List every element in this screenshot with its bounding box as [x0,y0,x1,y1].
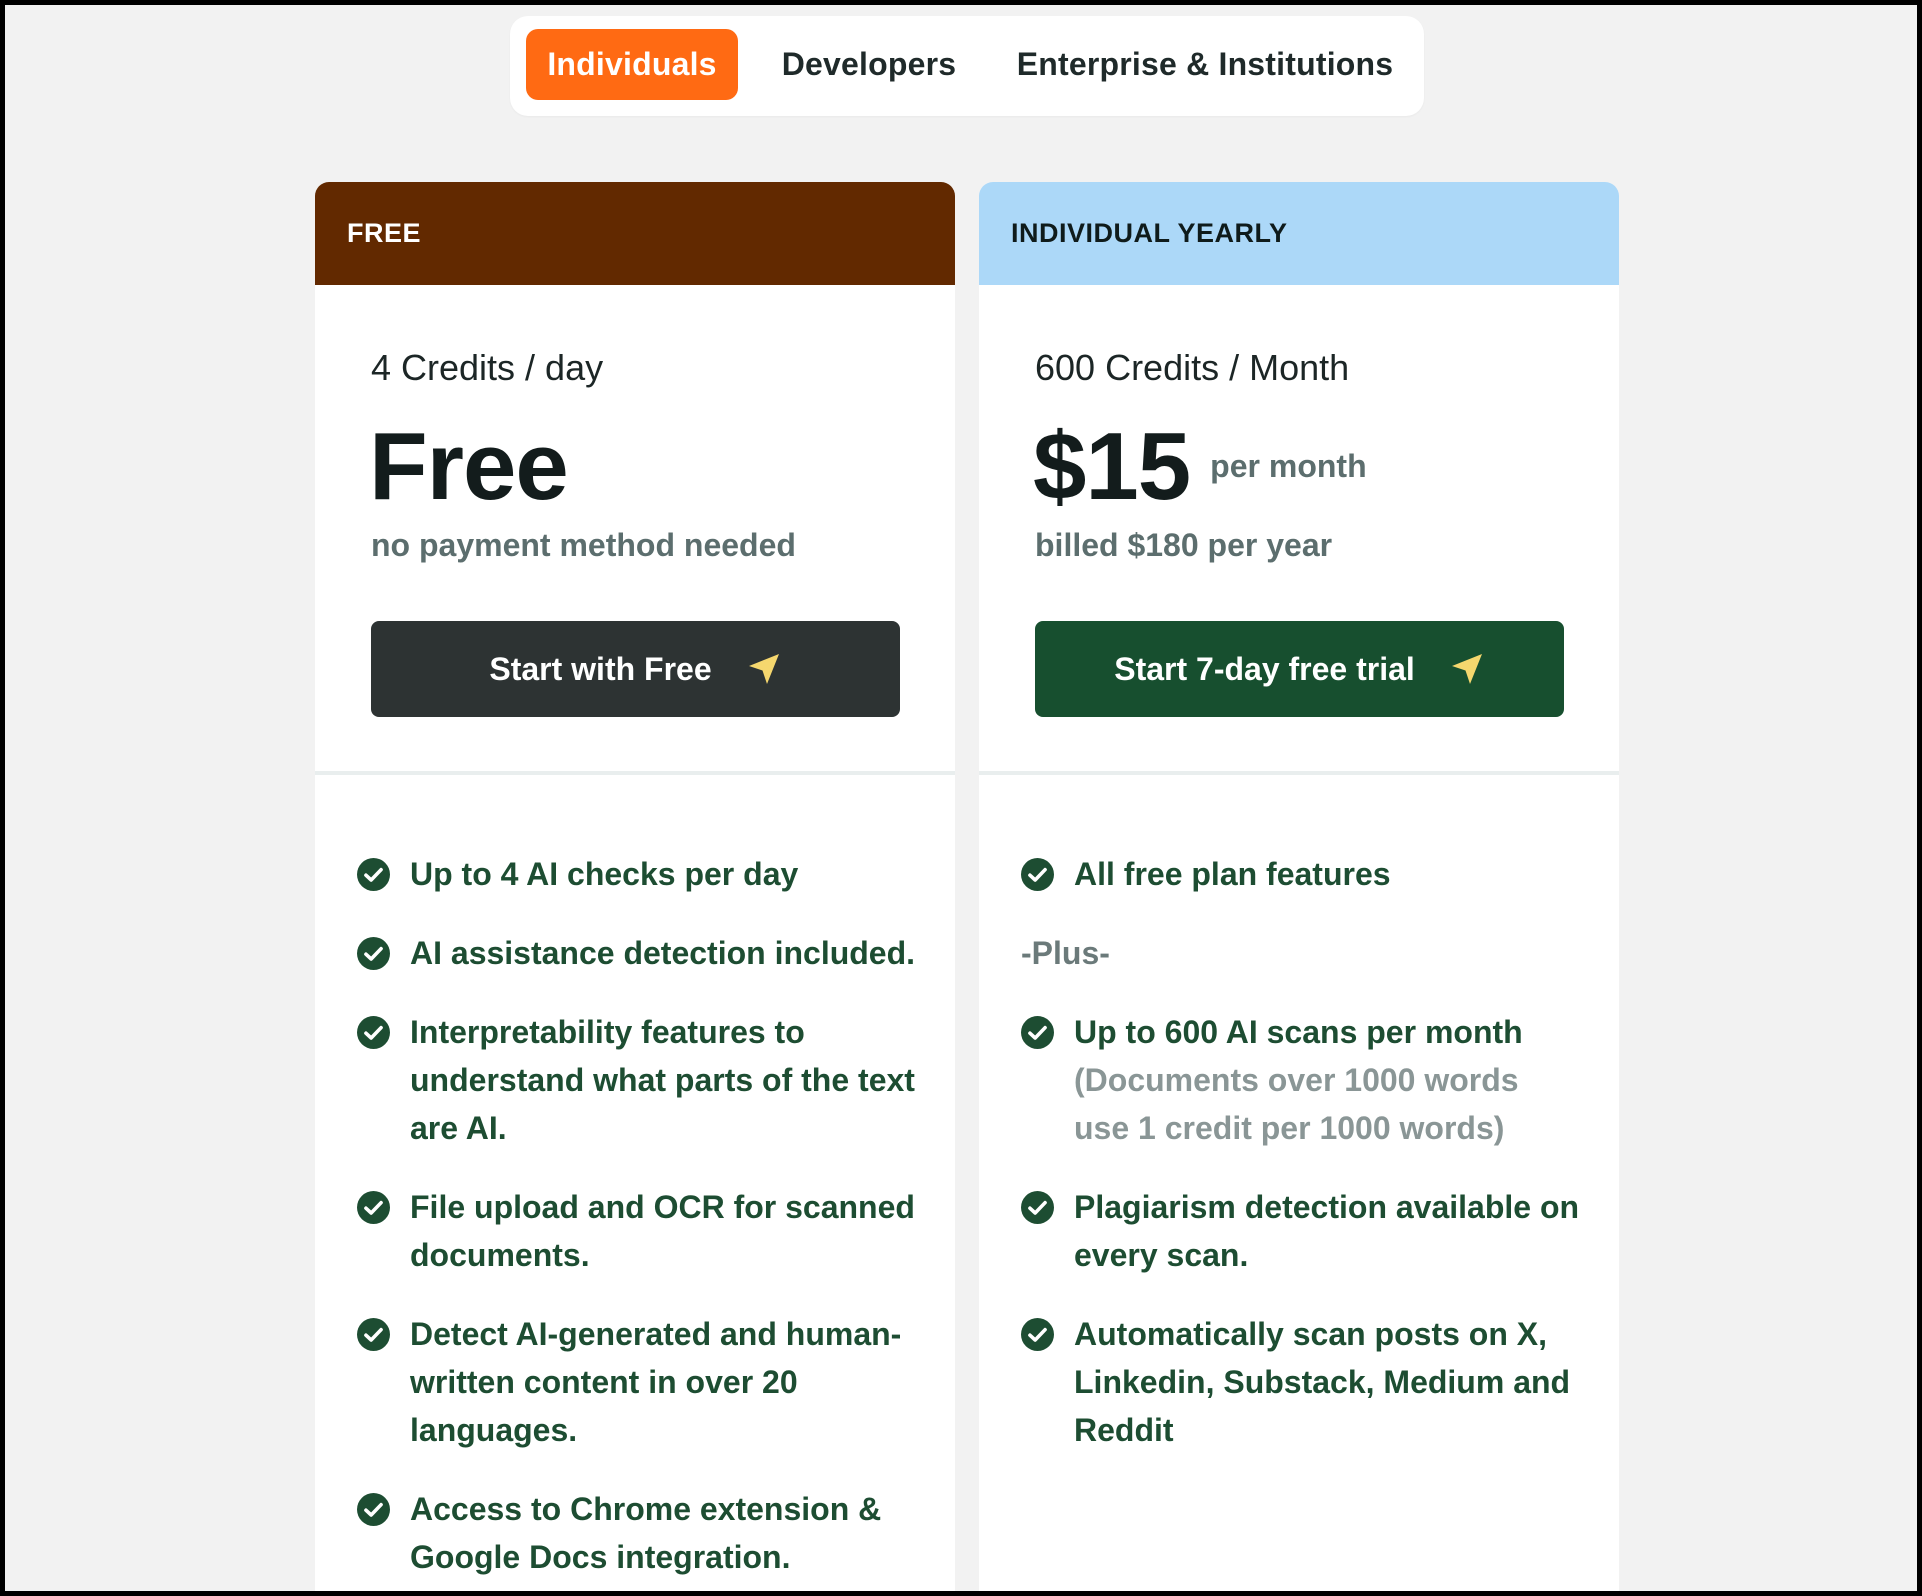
feature-text: Up to 600 AI scans per month [1074,1014,1523,1050]
check-circle-icon [1021,858,1054,891]
tab-developers[interactable]: Developers [764,29,974,100]
feature-text: All free plan features [1074,856,1391,892]
check-circle-icon [357,1493,390,1526]
price-row: $15 per month [1033,412,1367,522]
plan-header: INDIVIDUAL YEARLY [979,182,1619,285]
plan-credits: 600 Credits / Month [1035,347,1350,388]
plan-price: $15 [1033,413,1191,520]
feature-text: Detect AI-generated and human-written co… [410,1316,902,1448]
divider [979,771,1619,775]
send-arrow-icon [1451,654,1482,684]
plan-card-free: FREE 4 Credits / day Free no payment met… [315,182,955,1591]
feature-text: Automatically scan posts on X, Linkedin,… [1074,1316,1571,1448]
list-item: All free plan features [1021,850,1581,898]
list-item: Automatically scan posts on X, Linkedin,… [1021,1310,1581,1454]
check-circle-icon [357,937,390,970]
plus-separator: -Plus- [1021,935,1110,971]
plan-credits: 4 Credits / day [371,347,604,388]
plan-header: FREE [315,182,955,285]
list-item: AI assistance detection included. [357,929,917,977]
feature-text: Interpretability features to understand … [410,1014,915,1146]
send-arrow-icon [748,654,779,684]
list-item: Up to 600 AI scans per month (Documents … [1021,1008,1581,1152]
plan-price: Free [369,413,569,520]
list-item: Access to Chrome extension & Google Docs… [357,1485,917,1581]
plan-type-tabs: Individuals Developers Enterprise & Inst… [510,16,1424,116]
list-item: Plagiarism detection available on every … [1021,1183,1581,1279]
feature-list: Up to 4 AI checks per day AI assistance … [357,850,917,1591]
tab-enterprise-institutions[interactable]: Enterprise & Institutions [1004,29,1406,100]
start-free-button[interactable]: Start with Free [371,621,900,717]
check-circle-icon [1021,1016,1054,1049]
price-period: per month [1210,448,1367,484]
feature-text: Access to Chrome extension & Google Docs… [410,1491,882,1575]
check-circle-icon [357,1191,390,1224]
plan-note: billed $180 per year [1035,527,1333,563]
check-circle-icon [1021,1191,1054,1224]
tab-individuals[interactable]: Individuals [526,29,738,100]
plan-card-individual-yearly: INDIVIDUAL YEARLY 600 Credits / Month $1… [979,182,1619,1591]
feature-subnote: (Documents over 1000 words use 1 credit … [1074,1062,1519,1146]
list-item: Detect AI-generated and human-written co… [357,1310,917,1454]
list-item: File upload and OCR for scanned document… [357,1183,917,1279]
list-item: Up to 4 AI checks per day [357,850,917,898]
check-circle-icon [1021,1318,1054,1351]
check-circle-icon [357,858,390,891]
price-row: Free [369,412,569,522]
start-trial-button[interactable]: Start 7-day free trial [1035,621,1564,717]
feature-text: Up to 4 AI checks per day [410,856,799,892]
feature-list: All free plan features -Plus- Up to 600 … [1021,850,1581,1485]
check-circle-icon [357,1318,390,1351]
check-circle-icon [357,1016,390,1049]
cta-label: Start with Free [489,650,712,687]
cta-label: Start 7-day free trial [1114,650,1415,687]
feature-text: File upload and OCR for scanned document… [410,1189,915,1273]
divider [315,771,955,775]
feature-text: Plagiarism detection available on every … [1074,1189,1580,1273]
page-frame: Individuals Developers Enterprise & Inst… [0,0,1922,1596]
list-item: Interpretability features to understand … [357,1008,917,1152]
feature-text: AI assistance detection included. [410,935,916,971]
plan-note: no payment method needed [371,527,796,563]
